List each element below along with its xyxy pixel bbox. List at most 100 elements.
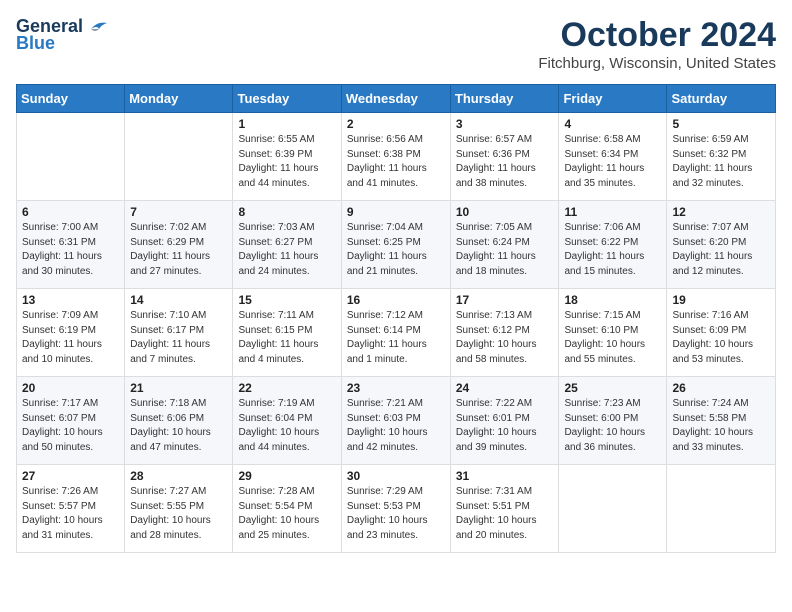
calendar-cell: 6 Sunrise: 7:00 AM Sunset: 6:31 PM Daylig…	[17, 201, 125, 289]
location-title: Fitchburg, Wisconsin, United States	[538, 55, 776, 72]
day-number: 20	[22, 381, 119, 395]
day-number: 2	[347, 117, 445, 131]
day-number: 9	[347, 205, 445, 219]
day-number: 21	[130, 381, 227, 395]
calendar-cell	[17, 113, 125, 201]
day-header-thursday: Thursday	[450, 85, 559, 113]
calendar-cell: 23 Sunrise: 7:21 AM Sunset: 6:03 PM Dayli…	[341, 377, 450, 465]
calendar-cell: 17 Sunrise: 7:13 AM Sunset: 6:12 PM Dayli…	[450, 289, 559, 377]
calendar-week-1: 1 Sunrise: 6:55 AM Sunset: 6:39 PM Daylig…	[17, 113, 776, 201]
calendar-cell: 27 Sunrise: 7:26 AM Sunset: 5:57 PM Dayli…	[17, 465, 125, 553]
day-info: Sunrise: 7:07 AM Sunset: 6:20 PM Dayligh…	[672, 221, 770, 279]
logo: General Blue	[16, 16, 109, 54]
day-info: Sunrise: 7:26 AM Sunset: 5:57 PM Dayligh…	[22, 485, 119, 543]
calendar-cell: 12 Sunrise: 7:07 AM Sunset: 6:20 PM Dayli…	[667, 201, 776, 289]
day-info: Sunrise: 6:59 AM Sunset: 6:32 PM Dayligh…	[672, 133, 770, 191]
logo-blue-text: Blue	[16, 33, 55, 54]
day-info: Sunrise: 7:24 AM Sunset: 5:58 PM Dayligh…	[672, 397, 770, 455]
day-number: 1	[238, 117, 335, 131]
calendar-cell: 28Sunrise: 7:27 AM Sunset: 5:55 PM Dayli…	[125, 465, 233, 553]
day-info: Sunrise: 7:00 AM Sunset: 6:31 PM Dayligh…	[22, 221, 119, 279]
day-info: Sunrise: 7:18 AM Sunset: 6:06 PM Dayligh…	[130, 397, 227, 455]
day-number: 25	[564, 381, 661, 395]
day-number: 23	[347, 381, 445, 395]
day-header-tuesday: Tuesday	[233, 85, 341, 113]
calendar-cell: 13Sunrise: 7:09 AM Sunset: 6:19 PM Dayli…	[17, 289, 125, 377]
day-info: Sunrise: 7:16 AM Sunset: 6:09 PM Dayligh…	[672, 309, 770, 367]
day-number: 17	[456, 293, 554, 307]
day-info: Sunrise: 7:17 AM Sunset: 6:07 PM Dayligh…	[22, 397, 119, 455]
calendar-cell: 26Sunrise: 7:24 AM Sunset: 5:58 PM Dayli…	[667, 377, 776, 465]
day-number: 29	[238, 469, 335, 483]
day-number: 28	[130, 469, 227, 483]
month-title: October 2024	[538, 16, 776, 55]
day-info: Sunrise: 7:21 AM Sunset: 6:03 PM Dayligh…	[347, 397, 445, 455]
day-info: Sunrise: 7:05 AM Sunset: 6:24 PM Dayligh…	[456, 221, 554, 279]
calendar-cell: 4 Sunrise: 6:58 AM Sunset: 6:34 PM Daylig…	[559, 113, 667, 201]
calendar-week-4: 20 Sunrise: 7:17 AM Sunset: 6:07 PM Dayli…	[17, 377, 776, 465]
logo-bird-icon	[87, 19, 109, 35]
day-number: 5	[672, 117, 770, 131]
day-info: Sunrise: 6:55 AM Sunset: 6:39 PM Dayligh…	[238, 133, 335, 191]
day-number: 7	[130, 205, 227, 219]
calendar-cell: 19 Sunrise: 7:16 AM Sunset: 6:09 PM Dayli…	[667, 289, 776, 377]
calendar-cell: 11Sunrise: 7:06 AM Sunset: 6:22 PM Dayli…	[559, 201, 667, 289]
day-number: 12	[672, 205, 770, 219]
day-number: 19	[672, 293, 770, 307]
day-info: Sunrise: 7:22 AM Sunset: 6:01 PM Dayligh…	[456, 397, 554, 455]
calendar-cell	[559, 465, 667, 553]
calendar-cell: 10Sunrise: 7:05 AM Sunset: 6:24 PM Dayli…	[450, 201, 559, 289]
day-number: 6	[22, 205, 119, 219]
calendar-cell	[125, 113, 233, 201]
calendar-cell: 20 Sunrise: 7:17 AM Sunset: 6:07 PM Dayli…	[17, 377, 125, 465]
day-info: Sunrise: 6:57 AM Sunset: 6:36 PM Dayligh…	[456, 133, 554, 191]
day-info: Sunrise: 7:19 AM Sunset: 6:04 PM Dayligh…	[238, 397, 335, 455]
day-info: Sunrise: 7:02 AM Sunset: 6:29 PM Dayligh…	[130, 221, 227, 279]
day-info: Sunrise: 6:56 AM Sunset: 6:38 PM Dayligh…	[347, 133, 445, 191]
day-info: Sunrise: 7:31 AM Sunset: 5:51 PM Dayligh…	[456, 485, 554, 543]
day-number: 16	[347, 293, 445, 307]
day-number: 30	[347, 469, 445, 483]
day-info: Sunrise: 7:28 AM Sunset: 5:54 PM Dayligh…	[238, 485, 335, 543]
day-info: Sunrise: 7:06 AM Sunset: 6:22 PM Dayligh…	[564, 221, 661, 279]
day-info: Sunrise: 7:11 AM Sunset: 6:15 PM Dayligh…	[238, 309, 335, 367]
day-number: 18	[564, 293, 661, 307]
calendar-cell: 16 Sunrise: 7:12 AM Sunset: 6:14 PM Dayli…	[341, 289, 450, 377]
day-info: Sunrise: 7:03 AM Sunset: 6:27 PM Dayligh…	[238, 221, 335, 279]
calendar-cell: 31 Sunrise: 7:31 AM Sunset: 5:51 PM Dayli…	[450, 465, 559, 553]
day-number: 4	[564, 117, 661, 131]
calendar-week-3: 13Sunrise: 7:09 AM Sunset: 6:19 PM Dayli…	[17, 289, 776, 377]
calendar-cell	[667, 465, 776, 553]
day-info: Sunrise: 7:23 AM Sunset: 6:00 PM Dayligh…	[564, 397, 661, 455]
day-number: 27	[22, 469, 119, 483]
calendar-cell: 2 Sunrise: 6:56 AM Sunset: 6:38 PM Daylig…	[341, 113, 450, 201]
calendar-header-row: SundayMondayTuesdayWednesdayThursdayFrid…	[17, 85, 776, 113]
calendar-cell: 8 Sunrise: 7:03 AM Sunset: 6:27 PM Daylig…	[233, 201, 341, 289]
day-number: 14	[130, 293, 227, 307]
calendar-cell: 18Sunrise: 7:15 AM Sunset: 6:10 PM Dayli…	[559, 289, 667, 377]
day-info: Sunrise: 7:12 AM Sunset: 6:14 PM Dayligh…	[347, 309, 445, 367]
day-number: 31	[456, 469, 554, 483]
calendar-table: SundayMondayTuesdayWednesdayThursdayFrid…	[16, 84, 776, 553]
calendar-week-2: 6 Sunrise: 7:00 AM Sunset: 6:31 PM Daylig…	[17, 201, 776, 289]
day-number: 8	[238, 205, 335, 219]
day-header-saturday: Saturday	[667, 85, 776, 113]
calendar-cell: 7 Sunrise: 7:02 AM Sunset: 6:29 PM Daylig…	[125, 201, 233, 289]
day-number: 22	[238, 381, 335, 395]
day-header-wednesday: Wednesday	[341, 85, 450, 113]
day-info: Sunrise: 7:04 AM Sunset: 6:25 PM Dayligh…	[347, 221, 445, 279]
day-info: Sunrise: 6:58 AM Sunset: 6:34 PM Dayligh…	[564, 133, 661, 191]
calendar-cell: 22 Sunrise: 7:19 AM Sunset: 6:04 PM Dayli…	[233, 377, 341, 465]
day-number: 3	[456, 117, 554, 131]
calendar-cell: 5 Sunrise: 6:59 AM Sunset: 6:32 PM Daylig…	[667, 113, 776, 201]
day-number: 13	[22, 293, 119, 307]
calendar-cell: 30 Sunrise: 7:29 AM Sunset: 5:53 PM Dayli…	[341, 465, 450, 553]
day-info: Sunrise: 7:13 AM Sunset: 6:12 PM Dayligh…	[456, 309, 554, 367]
calendar-cell: 24 Sunrise: 7:22 AM Sunset: 6:01 PM Dayli…	[450, 377, 559, 465]
calendar-cell: 21 Sunrise: 7:18 AM Sunset: 6:06 PM Dayli…	[125, 377, 233, 465]
day-info: Sunrise: 7:10 AM Sunset: 6:17 PM Dayligh…	[130, 309, 227, 367]
day-number: 15	[238, 293, 335, 307]
calendar-cell: 14 Sunrise: 7:10 AM Sunset: 6:17 PM Dayli…	[125, 289, 233, 377]
day-info: Sunrise: 7:29 AM Sunset: 5:53 PM Dayligh…	[347, 485, 445, 543]
day-number: 24	[456, 381, 554, 395]
